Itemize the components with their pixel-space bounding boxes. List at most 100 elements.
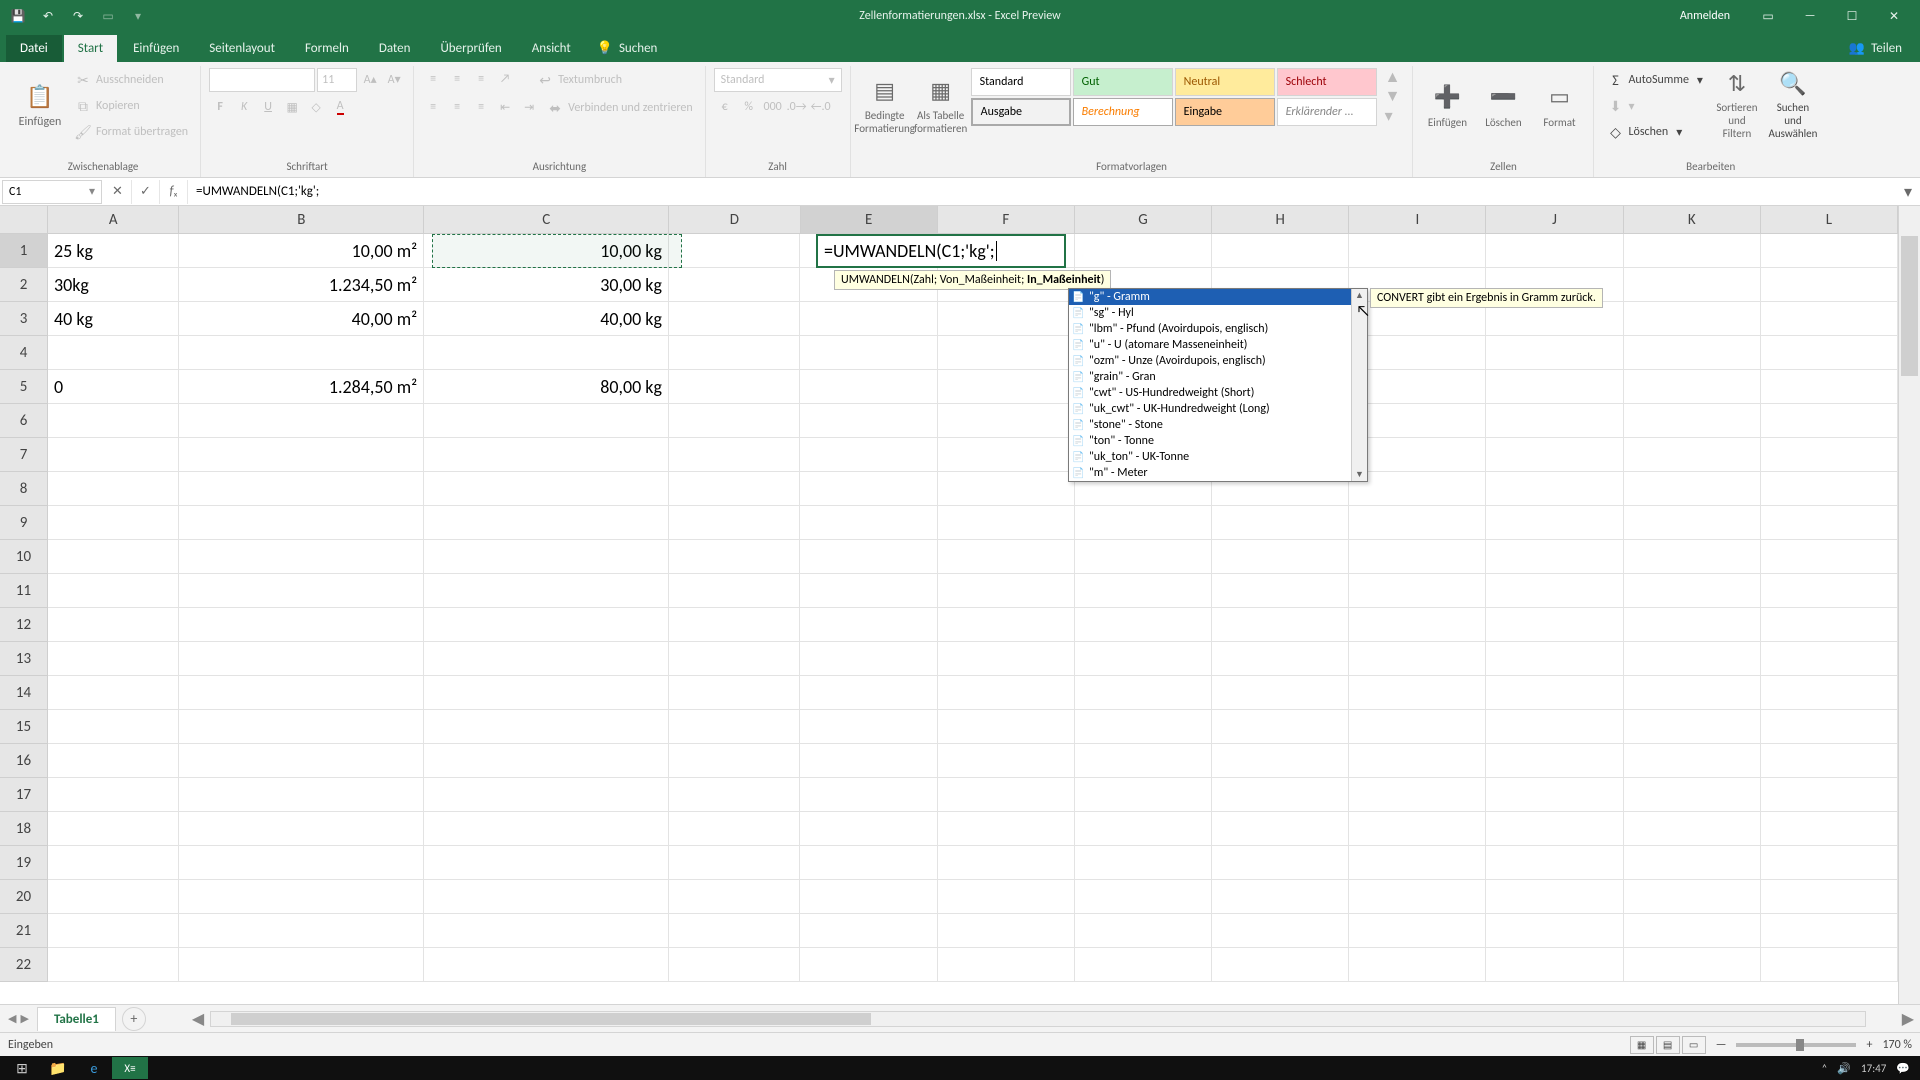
cell[interactable]	[1624, 540, 1761, 574]
cell[interactable]	[1761, 438, 1898, 472]
cell[interactable]	[48, 710, 179, 744]
cell[interactable]	[1624, 812, 1761, 846]
cell[interactable]: 10,00 m²	[179, 234, 424, 268]
autocomplete-item[interactable]: "lbm" - Pfund (Avoirdupois, englisch)	[1069, 321, 1367, 337]
view-page-break-icon[interactable]: ▭	[1682, 1036, 1706, 1054]
autocomplete-item[interactable]: "uk_cwt" - UK-Hundredweight (Long)	[1069, 401, 1367, 417]
cell[interactable]	[938, 880, 1075, 914]
cell[interactable]	[1624, 234, 1761, 268]
cell[interactable]	[669, 710, 800, 744]
cell[interactable]	[424, 778, 669, 812]
cell[interactable]	[1486, 642, 1623, 676]
conditional-formatting-button[interactable]: ▤Bedingte Formatierung	[859, 68, 911, 140]
cell[interactable]	[800, 404, 937, 438]
cell[interactable]	[1624, 744, 1761, 778]
cell[interactable]	[1624, 608, 1761, 642]
insert-cells-button[interactable]: ➕Einfügen	[1421, 68, 1473, 140]
cancel-formula-icon[interactable]: ✕	[104, 180, 132, 204]
column-header[interactable]: A	[48, 206, 179, 234]
sheet-tab[interactable]: Tabelle1	[37, 1007, 116, 1031]
sort-filter-button[interactable]: ⇅Sortieren und Filtern	[1711, 68, 1763, 140]
cell[interactable]	[179, 608, 424, 642]
cell[interactable]	[1349, 710, 1486, 744]
cell[interactable]	[1624, 336, 1761, 370]
cell[interactable]	[1761, 676, 1898, 710]
copy-button[interactable]: ⧉Kopieren	[70, 94, 192, 118]
cell[interactable]	[800, 370, 937, 404]
cell[interactable]	[1349, 778, 1486, 812]
cell[interactable]	[1486, 438, 1623, 472]
cell[interactable]	[800, 846, 937, 880]
cell[interactable]	[1761, 506, 1898, 540]
cell[interactable]	[1624, 404, 1761, 438]
cell[interactable]	[669, 948, 800, 982]
cell[interactable]	[669, 472, 800, 506]
styles-scroll-down-icon[interactable]: ▼	[1385, 87, 1401, 106]
cell[interactable]	[179, 336, 424, 370]
cell[interactable]	[938, 642, 1075, 676]
cell[interactable]	[1624, 778, 1761, 812]
font-size-combo[interactable]: 11	[317, 68, 357, 92]
sheet-nav-last-icon[interactable]: ▶	[20, 1012, 28, 1025]
cell[interactable]	[424, 676, 669, 710]
horizontal-scrollbar[interactable]	[210, 1011, 1866, 1027]
cell[interactable]	[1212, 506, 1349, 540]
cell[interactable]	[1761, 268, 1898, 302]
cell[interactable]	[669, 812, 800, 846]
cell[interactable]	[1349, 914, 1486, 948]
scrollbar-thumb[interactable]	[231, 1013, 871, 1025]
row-header[interactable]: 14	[0, 676, 48, 710]
redo-icon[interactable]: ↷	[64, 2, 92, 30]
cell[interactable]	[1486, 812, 1623, 846]
cell[interactable]	[1212, 710, 1349, 744]
cell[interactable]: 40,00 kg	[424, 302, 669, 336]
cell[interactable]	[1624, 676, 1761, 710]
row-header[interactable]: 1	[0, 234, 48, 268]
row-header[interactable]: 18	[0, 812, 48, 846]
cell[interactable]	[1486, 948, 1623, 982]
row-header[interactable]: 6	[0, 404, 48, 438]
outdent-icon[interactable]: ⇤	[494, 96, 516, 118]
autosum-button[interactable]: ΣAutoSumme▾	[1602, 68, 1706, 92]
cell[interactable]	[424, 506, 669, 540]
row-header[interactable]: 3	[0, 302, 48, 336]
style-neutral[interactable]: Neutral	[1175, 68, 1275, 96]
cell[interactable]	[179, 438, 424, 472]
column-header[interactable]: H	[1212, 206, 1349, 234]
cell[interactable]	[1761, 336, 1898, 370]
cell[interactable]	[48, 438, 179, 472]
cell[interactable]	[800, 574, 937, 608]
style-good[interactable]: Gut	[1073, 68, 1173, 96]
cell[interactable]	[1761, 744, 1898, 778]
row-header[interactable]: 8	[0, 472, 48, 506]
cell[interactable]	[1761, 370, 1898, 404]
cell[interactable]	[669, 540, 800, 574]
cell[interactable]	[1761, 880, 1898, 914]
cell[interactable]	[1486, 914, 1623, 948]
cell[interactable]	[48, 812, 179, 846]
cell[interactable]	[669, 234, 800, 268]
zoom-level[interactable]: 170 %	[1882, 1038, 1912, 1052]
cell[interactable]	[424, 812, 669, 846]
cell[interactable]	[938, 438, 1075, 472]
cell[interactable]	[800, 914, 937, 948]
cell[interactable]	[1075, 234, 1212, 268]
hscroll-right-icon[interactable]: ▶	[1896, 1009, 1920, 1029]
cell[interactable]	[1349, 404, 1486, 438]
cell[interactable]	[1486, 472, 1623, 506]
find-select-button[interactable]: 🔍Suchen und Auswählen	[1767, 68, 1819, 140]
autocomplete-item[interactable]: "grain" - Gran	[1069, 369, 1367, 385]
cell[interactable]	[179, 574, 424, 608]
cell[interactable]	[1624, 438, 1761, 472]
cell[interactable]	[669, 914, 800, 948]
row-header[interactable]: 4	[0, 336, 48, 370]
bold-icon[interactable]: F	[209, 96, 231, 118]
cell[interactable]	[1349, 608, 1486, 642]
cell[interactable]	[424, 336, 669, 370]
cell[interactable]	[669, 370, 800, 404]
cell[interactable]	[1212, 574, 1349, 608]
maximize-icon[interactable]: ☐	[1832, 2, 1872, 30]
cell[interactable]: 30kg	[48, 268, 179, 302]
wrap-text-button[interactable]: ↩Textumbruch	[532, 68, 626, 92]
autocomplete-item[interactable]: "u" - U (atomare Masseneinheit)	[1069, 337, 1367, 353]
